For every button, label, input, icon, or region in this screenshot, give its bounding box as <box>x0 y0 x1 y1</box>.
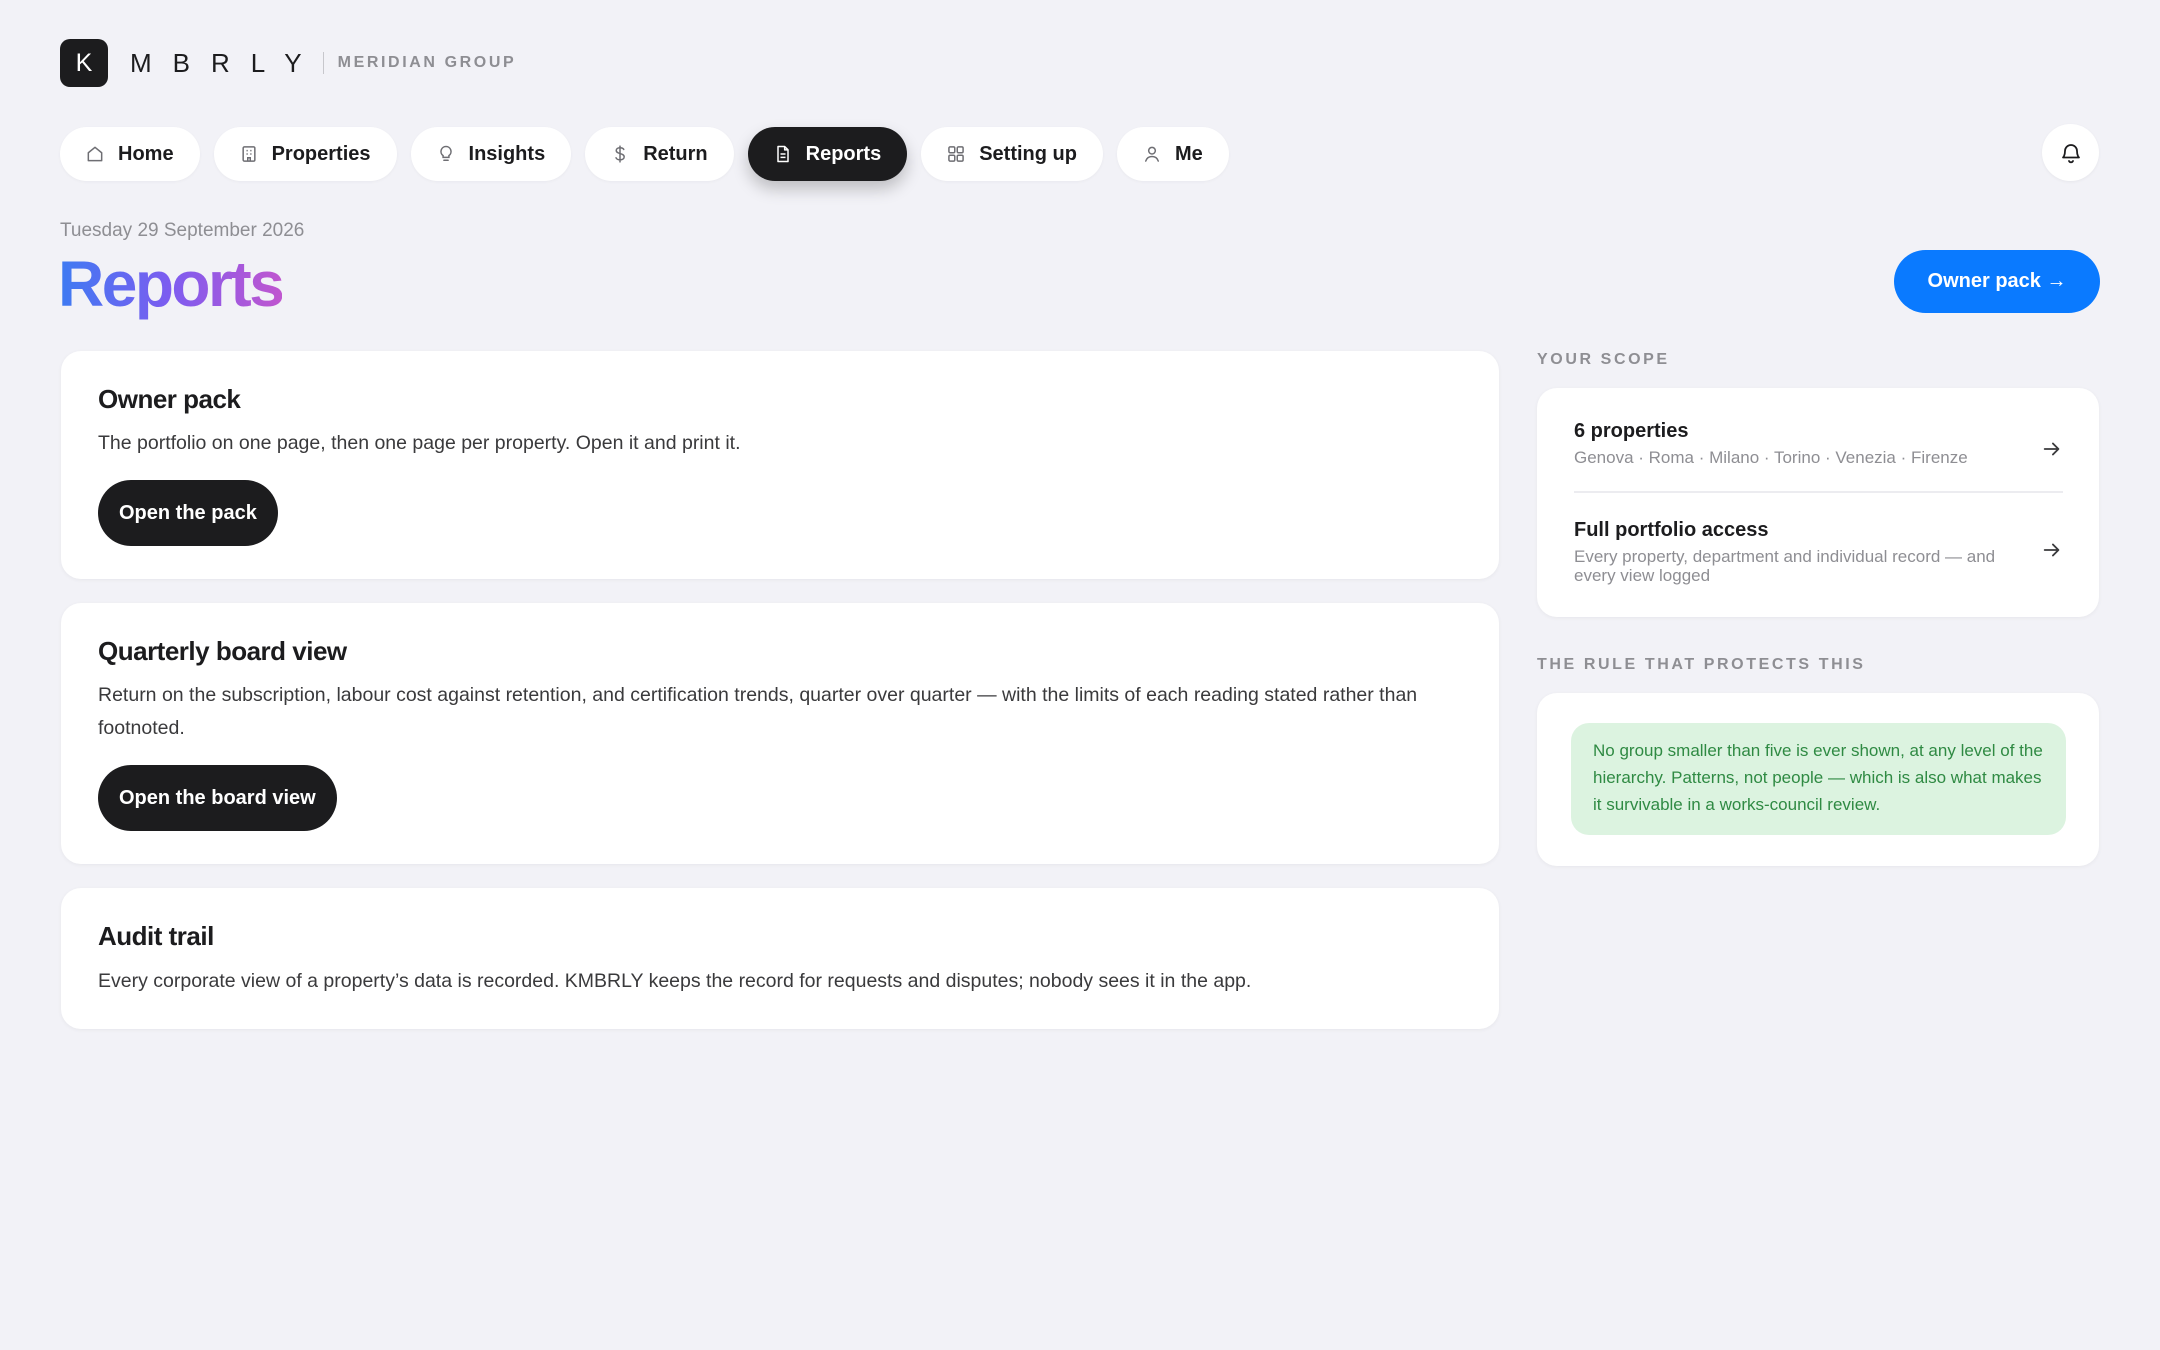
nav-item-insights[interactable]: Insights <box>410 127 572 181</box>
open-pack-button[interactable]: Open the pack <box>98 480 278 546</box>
card-description: Return on the subscription, labour cost … <box>98 684 1418 739</box>
brand: K MBRLY MERIDIAN GROUP <box>60 39 516 87</box>
owner-pack-button[interactable]: Owner pack → <box>1894 250 2100 313</box>
divider <box>1574 491 2063 493</box>
person-icon <box>1141 143 1163 165</box>
card-title: Audit trail <box>98 921 214 951</box>
open-board-view-button[interactable]: Open the board view <box>98 765 337 831</box>
wordmark: MBRLY <box>130 47 323 78</box>
lightbulb-icon <box>435 143 457 165</box>
card-title: Owner pack <box>98 384 241 414</box>
bell-icon <box>2059 141 2083 165</box>
nav-label: Me <box>1174 142 1203 165</box>
rule-card: No group smaller than five is ever shown… <box>1537 693 2099 866</box>
nav-item-return[interactable]: Return <box>585 127 734 181</box>
brand-divider <box>322 52 324 74</box>
nav-label: Setting up <box>979 142 1077 165</box>
group-name: MERIDIAN GROUP <box>337 54 517 71</box>
scope-row-title: 6 properties <box>1574 420 1689 442</box>
main-nav: Home Properties Insights Return Reports <box>60 127 1229 181</box>
logo[interactable]: K <box>60 39 108 87</box>
notifications-button[interactable] <box>2042 124 2099 181</box>
card-description: The portfolio on one page, then one page… <box>98 432 741 454</box>
privacy-rule-note: No group smaller than five is ever shown… <box>1571 723 2066 835</box>
building-icon <box>238 143 260 165</box>
nav-item-setting-up[interactable]: Setting up <box>921 127 1103 181</box>
audit-trail-card: Audit trail Every corporate view of a pr… <box>61 888 1499 1029</box>
scope-row-access[interactable]: Full portfolio access Every property, de… <box>1574 519 2063 589</box>
document-icon <box>772 143 794 165</box>
owner-pack-card: Owner pack The portfolio on one page, th… <box>61 351 1499 579</box>
home-icon <box>84 143 106 165</box>
nav-label: Reports <box>805 142 882 165</box>
nav-label: Return <box>643 142 708 165</box>
scope-row-subtitle: Every property, department and individua… <box>1574 547 1996 585</box>
rule-section-label: THE RULE THAT PROTECTS THIS <box>1537 656 1866 673</box>
page: K MBRLY MERIDIAN GROUP Home Properties I… <box>0 0 2160 1350</box>
scope-row-title: Full portfolio access <box>1574 519 1769 541</box>
scope-card: 6 properties Genova · Roma · Milano · To… <box>1537 388 2099 617</box>
grid-icon <box>945 143 967 165</box>
nav-item-reports[interactable]: Reports <box>747 127 908 181</box>
nav-label: Home <box>118 142 174 165</box>
board-view-card: Quarterly board view Return on the subsc… <box>61 603 1499 864</box>
page-title: Reports <box>58 248 285 320</box>
nav-item-home[interactable]: Home <box>60 127 200 181</box>
card-title: Quarterly board view <box>98 636 347 666</box>
nav-item-me[interactable]: Me <box>1116 127 1229 181</box>
nav-item-properties[interactable]: Properties <box>213 127 397 181</box>
scope-row-subtitle: Genova · Roma · Milano · Torino · Venezi… <box>1574 448 1968 467</box>
dollar-icon <box>609 143 631 165</box>
arrow-right-icon <box>2041 438 2063 465</box>
nav-label: Properties <box>271 142 371 165</box>
scope-row-properties[interactable]: 6 properties Genova · Roma · Milano · To… <box>1574 420 2063 476</box>
nav-label: Insights <box>468 142 546 165</box>
card-description: Every corporate view of a property’s dat… <box>98 970 1252 992</box>
scope-section-label: YOUR SCOPE <box>1537 351 1670 368</box>
current-date: Tuesday 29 September 2026 <box>60 220 305 241</box>
arrow-right-icon <box>2041 539 2063 566</box>
